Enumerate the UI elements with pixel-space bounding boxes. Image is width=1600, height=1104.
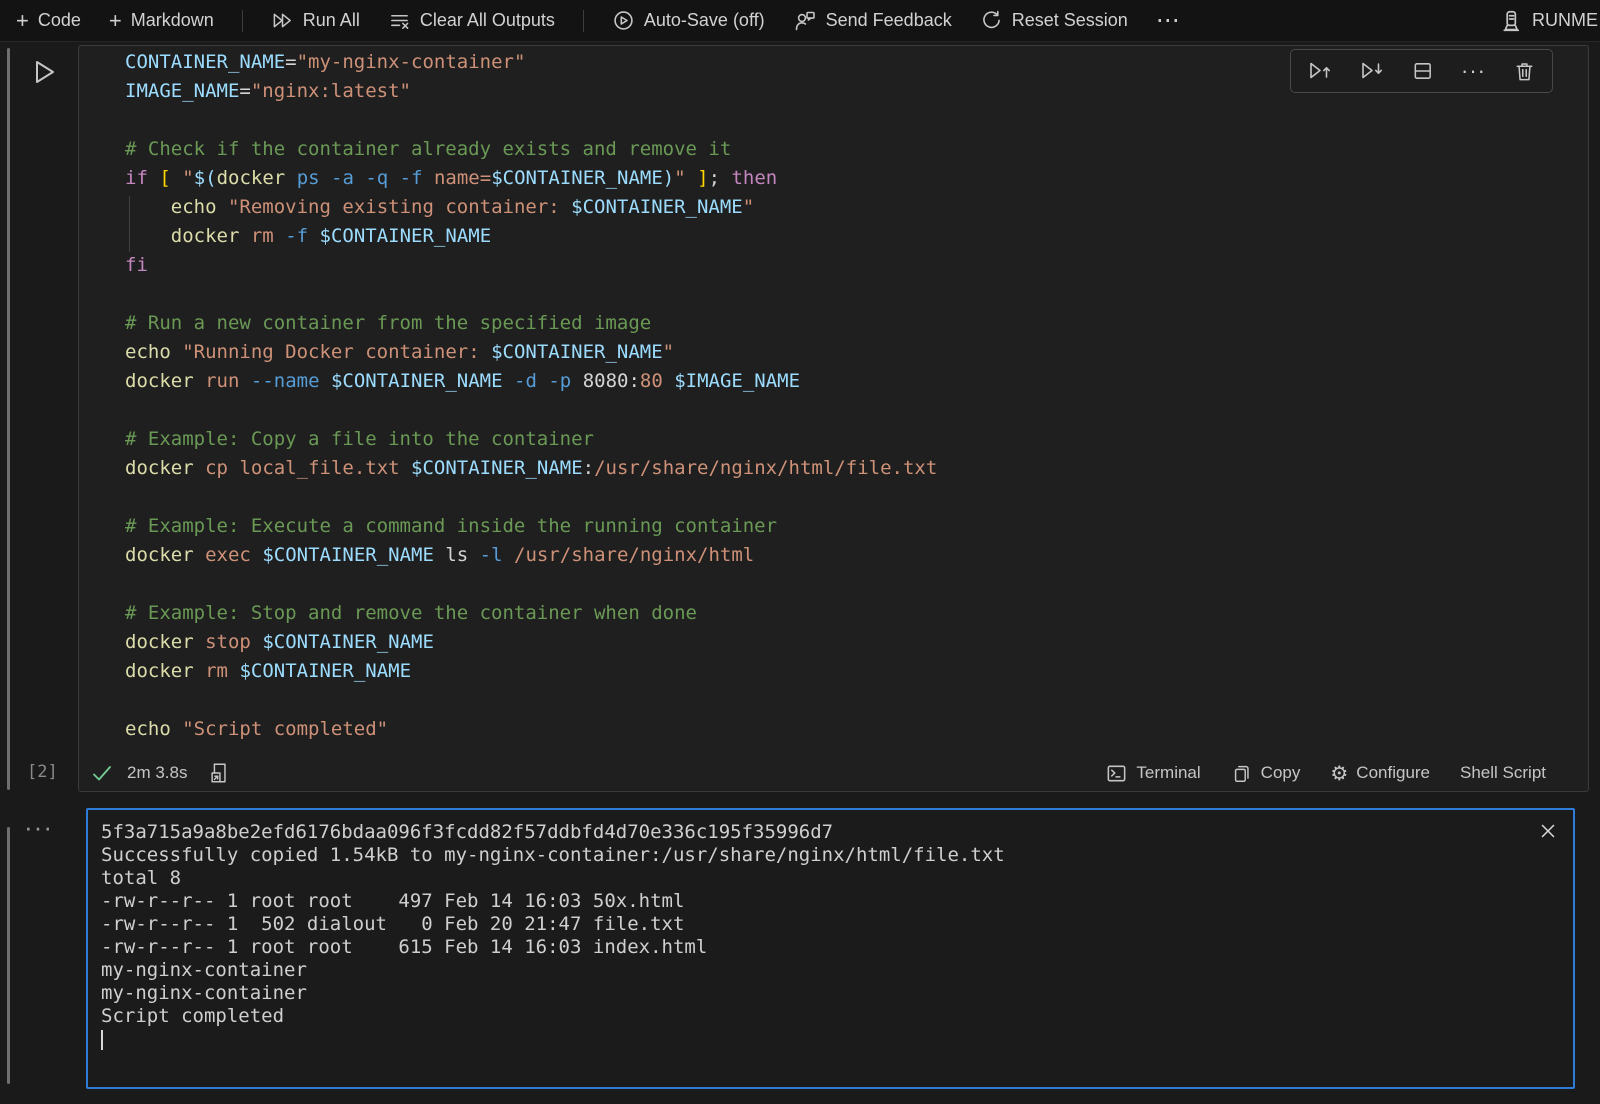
more-actions-button[interactable]: ⋯ xyxy=(1156,6,1182,35)
output-line: my-nginx-container xyxy=(101,959,1005,982)
add-markdown-label: Markdown xyxy=(131,10,214,31)
code-line: docker run --name $CONTAINER_NAME -d -p … xyxy=(125,367,937,396)
output-more-button[interactable]: ··· xyxy=(24,812,53,843)
clear-all-outputs-label: Clear All Outputs xyxy=(420,10,555,31)
code-line: echo "Script completed" xyxy=(125,715,937,744)
code-line: fi xyxy=(125,251,937,280)
ellipsis-icon: ⋯ xyxy=(1156,6,1182,35)
send-feedback-button[interactable]: Send Feedback xyxy=(793,9,952,32)
code-line: echo "Removing existing container: $CONT… xyxy=(125,193,937,222)
code-line xyxy=(125,570,937,599)
autosave-toggle[interactable]: Auto-Save (off) xyxy=(612,9,765,32)
code-line: docker exec $CONTAINER_NAME ls -l /usr/s… xyxy=(125,541,937,570)
plus-icon: + xyxy=(109,10,122,32)
clear-outputs-icon xyxy=(388,10,411,32)
run-below-icon[interactable] xyxy=(1359,60,1384,82)
code-line: docker rm -f $CONTAINER_NAME xyxy=(125,222,937,251)
code-line: IMAGE_NAME="nginx:latest" xyxy=(125,77,937,106)
code-line: # Example: Stop and remove the container… xyxy=(125,599,937,628)
session-output-icon[interactable] xyxy=(208,761,230,785)
code-line xyxy=(125,106,937,135)
add-markdown-button[interactable]: + Markdown xyxy=(109,10,214,32)
delete-cell-icon[interactable] xyxy=(1513,60,1536,83)
run-all-icon xyxy=(271,10,294,31)
run-all-button[interactable]: Run All xyxy=(271,10,360,31)
copy-button[interactable]: Copy xyxy=(1231,762,1301,785)
output-terminal[interactable]: 5f3a715a9a8be2efd6176bdaa096f3fcdd82f57d… xyxy=(101,821,1005,1051)
reset-session-button[interactable]: Reset Session xyxy=(980,9,1128,32)
play-icon xyxy=(27,56,59,88)
run-all-label: Run All xyxy=(303,10,360,31)
add-code-label: Code xyxy=(38,10,81,31)
output-line: Script completed xyxy=(101,1005,1005,1028)
code-line xyxy=(125,396,937,425)
code-line: docker cp local_file.txt $CONTAINER_NAME… xyxy=(125,454,937,483)
code-line: docker stop $CONTAINER_NAME xyxy=(125,628,937,657)
close-icon xyxy=(1537,820,1559,842)
notebook-toolbar: + Code + Markdown Run All Clear All Outp… xyxy=(0,0,1600,42)
reset-icon xyxy=(980,9,1003,32)
code-line: # Run a new container from the specified… xyxy=(125,309,937,338)
cell-focus-indicator xyxy=(7,48,10,790)
terminal-button[interactable]: Terminal xyxy=(1105,762,1200,785)
runme-brand: RUNME xyxy=(1498,8,1600,34)
cell-status-bar: 2m 3.8s Terminal Copy ⚙ Configure Shell … xyxy=(90,758,1546,788)
code-line: # Example: Execute a command inside the … xyxy=(125,512,937,541)
terminal-icon xyxy=(1105,762,1128,785)
output-line: Successfully copied 1.54kB to my-nginx-c… xyxy=(101,844,1005,867)
feedback-icon xyxy=(793,9,817,32)
clear-all-outputs-button[interactable]: Clear All Outputs xyxy=(388,10,555,32)
code-editor[interactable]: CONTAINER_NAME="my-nginx-container"IMAGE… xyxy=(125,48,937,744)
gear-icon: ⚙ xyxy=(1330,761,1348,785)
copy-label: Copy xyxy=(1261,763,1301,783)
execution-count: [2] xyxy=(27,762,58,782)
output-line: 5f3a715a9a8be2efd6176bdaa096f3fcdd82f57d… xyxy=(101,821,1005,844)
output-focus-indicator xyxy=(7,827,10,1084)
split-cell-icon[interactable] xyxy=(1411,60,1434,82)
copy-icon xyxy=(1231,762,1253,785)
code-line: # Example: Copy a file into the containe… xyxy=(125,425,937,454)
configure-button[interactable]: ⚙ Configure xyxy=(1330,761,1430,785)
run-above-icon[interactable] xyxy=(1307,60,1332,82)
reset-session-label: Reset Session xyxy=(1012,10,1128,31)
language-label: Shell Script xyxy=(1460,763,1546,783)
execution-duration: 2m 3.8s xyxy=(127,763,187,783)
cell-more-icon[interactable]: ··· xyxy=(1461,58,1486,84)
output-panel[interactable]: 5f3a715a9a8be2efd6176bdaa096f3fcdd82f57d… xyxy=(86,808,1575,1089)
run-cell-button[interactable] xyxy=(27,56,59,88)
plus-icon: + xyxy=(16,10,29,32)
toolbar-divider xyxy=(242,10,243,32)
terminal-cursor xyxy=(101,1030,103,1050)
configure-label: Configure xyxy=(1356,763,1430,783)
toolbar-divider xyxy=(583,10,584,32)
success-check-icon xyxy=(90,762,114,785)
close-output-button[interactable] xyxy=(1535,818,1561,844)
runme-logo-icon xyxy=(1498,8,1524,34)
code-line: CONTAINER_NAME="my-nginx-container" xyxy=(125,48,937,77)
code-line: echo "Running Docker container: $CONTAIN… xyxy=(125,338,937,367)
output-line: -rw-r--r-- 1 root root 497 Feb 14 16:03 … xyxy=(101,890,1005,913)
output-line: -rw-r--r-- 1 root root 615 Feb 14 16:03 … xyxy=(101,936,1005,959)
autosave-icon xyxy=(612,9,635,32)
code-line: docker rm $CONTAINER_NAME xyxy=(125,657,937,686)
cell-toolbar: ··· xyxy=(1290,49,1553,93)
code-line xyxy=(125,686,937,715)
code-line: if [ "$(docker ps -a -q -f name=$CONTAIN… xyxy=(125,164,937,193)
runme-brand-label: RUNME xyxy=(1532,10,1598,31)
code-line: # Check if the container already exists … xyxy=(125,135,937,164)
terminal-label: Terminal xyxy=(1136,763,1200,783)
code-line xyxy=(125,280,937,309)
autosave-label: Auto-Save (off) xyxy=(644,10,765,31)
code-line xyxy=(125,483,937,512)
output-line: -rw-r--r-- 1 502 dialout 0 Feb 20 21:47 … xyxy=(101,913,1005,936)
send-feedback-label: Send Feedback xyxy=(826,10,952,31)
indent-guide xyxy=(129,196,130,252)
output-line: my-nginx-container xyxy=(101,982,1005,1005)
add-code-button[interactable]: + Code xyxy=(16,10,81,32)
output-line: total 8 xyxy=(101,867,1005,890)
